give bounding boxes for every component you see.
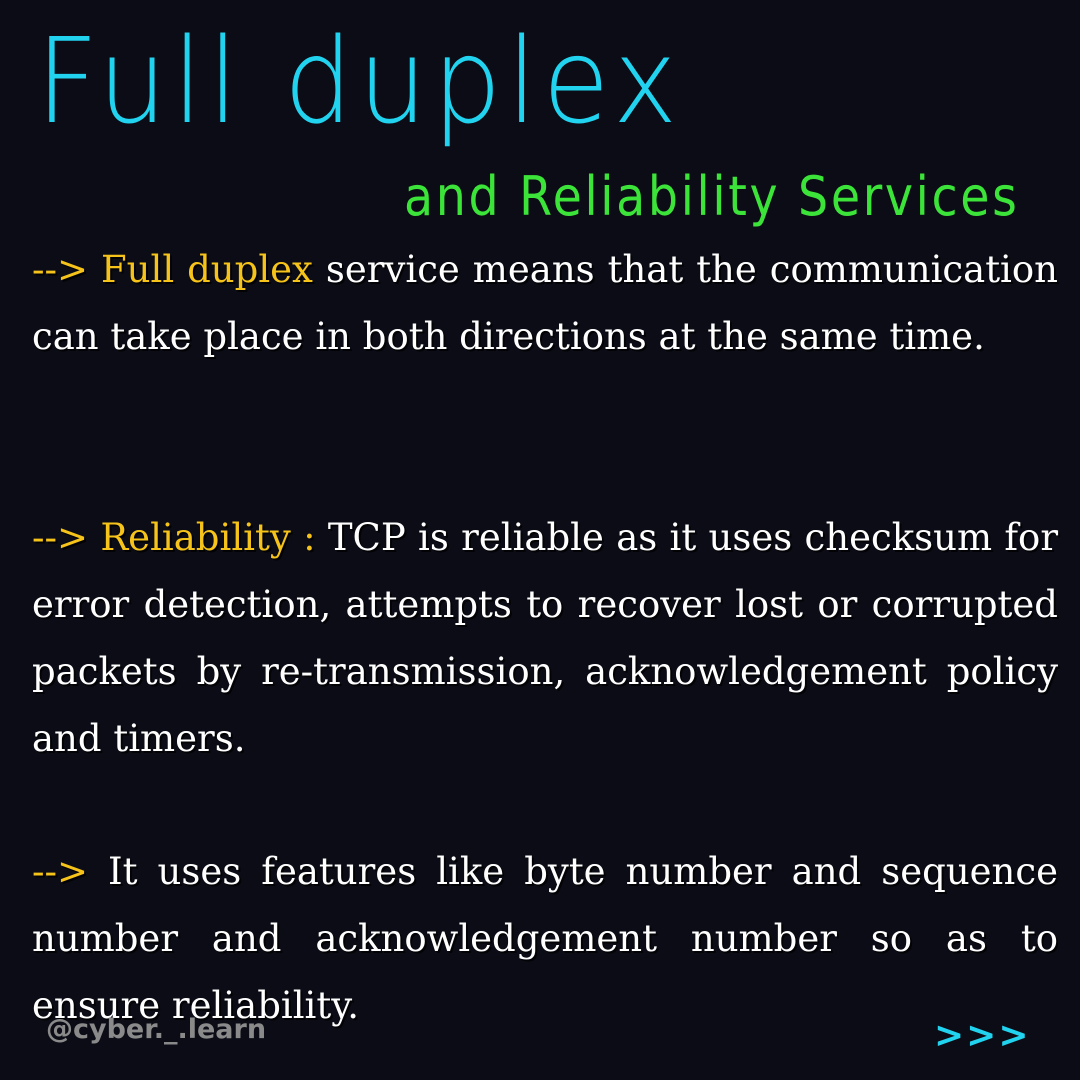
page-subtitle: and Reliability Services bbox=[404, 165, 1020, 228]
highlight-term: Full duplex bbox=[100, 248, 313, 291]
paragraph-reliability: --> Reliability : TCP is reliable as it … bbox=[32, 504, 1058, 772]
next-page-indicator[interactable]: >>> bbox=[934, 1018, 1031, 1054]
author-handle: @cyber._.learn bbox=[46, 1014, 267, 1045]
page-title: Full duplex bbox=[36, 12, 683, 150]
highlight-term: Reliability : bbox=[100, 516, 316, 559]
paragraph-features: --> It uses features like byte number an… bbox=[32, 838, 1058, 1039]
paragraph-full-duplex: --> Full duplex service means that the c… bbox=[32, 236, 1058, 370]
arrow-marker: --> bbox=[32, 516, 89, 559]
arrow-marker: --> bbox=[32, 850, 89, 893]
arrow-marker: --> bbox=[32, 248, 89, 291]
paragraph-text: It uses features like byte number and se… bbox=[32, 850, 1058, 1027]
